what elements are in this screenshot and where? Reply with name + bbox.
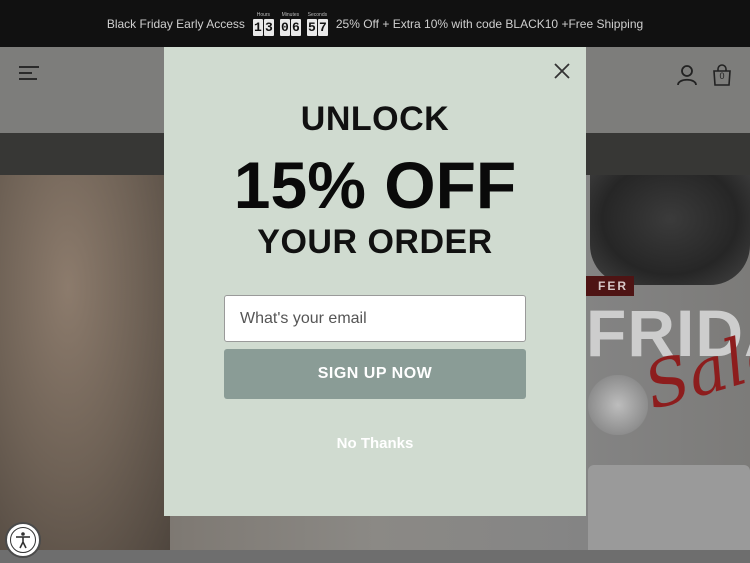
email-input[interactable] xyxy=(224,295,526,342)
sign-up-button[interactable]: SIGN UP NOW xyxy=(224,349,526,399)
menu-icon[interactable] xyxy=(19,66,39,82)
announcement-text-right: 25% Off + Extra 10% with code BLACK10 +F… xyxy=(335,16,644,31)
timer-seconds: Seconds 5 7 xyxy=(306,11,328,36)
wreath-decoration xyxy=(590,175,750,285)
announcement-bar: Black Friday Early Access Hours 1 3 Minu… xyxy=(0,0,750,47)
countdown-timer: Hours 1 3 Minutes 0 6 Seconds 5 7 xyxy=(252,11,328,36)
timer-hours-label: Hours xyxy=(256,11,271,18)
modal-heading-unlock: UNLOCK xyxy=(300,100,450,138)
timer-digit: 0 xyxy=(279,18,290,36)
announcement-text-left: Black Friday Early Access xyxy=(106,16,245,31)
accessibility-icon xyxy=(10,527,36,553)
timer-seconds-label: Seconds xyxy=(307,11,328,18)
cabinet-decoration xyxy=(588,465,750,550)
timer-digit: 6 xyxy=(290,18,301,36)
cart-icon[interactable]: 0 xyxy=(711,64,733,86)
orchid-decoration xyxy=(588,375,648,435)
timer-minutes: Minutes 0 6 xyxy=(279,11,301,36)
modal-heading-order: YOUR ORDER xyxy=(257,223,493,261)
timer-digit: 3 xyxy=(263,18,274,36)
timer-minutes-label: Minutes xyxy=(281,11,300,18)
timer-digit: 1 xyxy=(252,18,263,36)
timer-digit: 5 xyxy=(306,18,317,36)
no-thanks-button[interactable]: No Thanks xyxy=(224,431,526,455)
hero-tag: FER xyxy=(586,276,634,296)
timer-hours: Hours 1 3 xyxy=(252,11,274,36)
bottom-strip xyxy=(0,550,750,563)
discount-modal: UNLOCK 15% OFF YOUR ORDER SIGN UP NOW No… xyxy=(164,47,586,516)
timer-digit: 7 xyxy=(317,18,328,36)
close-icon[interactable] xyxy=(552,61,572,81)
hero-photo xyxy=(0,175,170,550)
cart-count: 0 xyxy=(719,71,725,81)
account-icon[interactable] xyxy=(676,64,698,86)
modal-heading-discount: 15% OFF xyxy=(233,148,517,222)
accessibility-button[interactable] xyxy=(5,522,41,558)
